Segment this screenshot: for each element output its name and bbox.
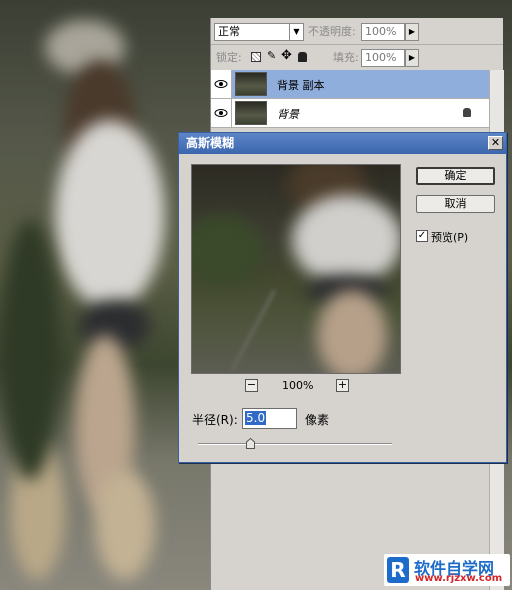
preview-hedge-blur	[192, 215, 262, 285]
ok-button[interactable]: 确定	[416, 167, 495, 185]
cancel-label: 取消	[444, 197, 467, 210]
radius-input[interactable]: 5.0	[242, 408, 297, 429]
zoom-plus-glyph: +	[337, 378, 348, 391]
blend-mode-select[interactable]: 正常	[214, 23, 290, 41]
opacity-label: 不透明度:	[308, 25, 356, 38]
hedge-blur	[0, 220, 60, 480]
layer-name: 背景 副本	[277, 79, 325, 92]
radius-slider-track[interactable]	[198, 443, 392, 445]
preview-stick-blur	[231, 289, 276, 371]
preview-shirt-blur	[292, 195, 400, 285]
zoom-level: 100%	[282, 379, 314, 392]
blend-mode-dropdown-icon[interactable]: ▼	[290, 23, 304, 41]
lock-transparent-icon[interactable]	[251, 52, 261, 62]
fill-value: 100%	[365, 51, 397, 64]
panel-divider	[211, 44, 503, 45]
blend-mode-value: 正常	[218, 25, 240, 38]
fill-field[interactable]: 100%	[361, 49, 405, 67]
lock-label: 锁定:	[216, 51, 242, 64]
visibility-eye-icon[interactable]	[211, 70, 232, 98]
shirt-blur	[55, 120, 165, 310]
lock-all-icon[interactable]	[298, 52, 307, 62]
lock-move-icon[interactable]: ✥	[281, 48, 292, 63]
lock-brush-icon[interactable]: ✎	[267, 49, 276, 62]
dialog-title: 高斯模糊	[186, 136, 235, 150]
preview-checkbox-row[interactable]: ✓ 预览(P)	[416, 229, 496, 245]
fill-slider-arrow-icon[interactable]: ▶	[405, 49, 419, 67]
layer-row-background-copy[interactable]: 背景 副本	[211, 70, 489, 99]
boot-right-blur	[95, 470, 155, 580]
radius-slider-thumb[interactable]	[245, 437, 255, 449]
layer-thumbnail	[235, 72, 267, 96]
cancel-button[interactable]: 取消	[416, 195, 495, 213]
gaussian-blur-dialog: 高斯模糊 ✕ 确定 取消 ✓ 预览(P) − 100% + 半径(R): 5.0…	[178, 132, 507, 463]
visibility-eye-icon[interactable]	[211, 99, 232, 127]
preview-legs-blur	[317, 290, 387, 373]
layer-thumbnail	[235, 101, 267, 125]
watermark-logo: R 软件自学网 www.rjzxw.com	[384, 554, 510, 586]
fill-label: 填充:	[333, 51, 359, 64]
zoom-out-button[interactable]: −	[245, 379, 258, 392]
blur-preview[interactable]	[191, 164, 401, 374]
blend-row: 正常 ▼ 不透明度: 100% ▶	[211, 20, 503, 44]
radius-label: 半径(R):	[192, 413, 238, 427]
dialog-titlebar[interactable]: 高斯模糊 ✕	[179, 133, 506, 154]
radius-unit: 像素	[305, 413, 330, 427]
close-icon[interactable]: ✕	[488, 136, 503, 150]
opacity-value: 100%	[365, 25, 397, 38]
watermark-logo-letter: R	[390, 558, 406, 582]
watermark-url: www.rjzxw.com	[415, 573, 503, 584]
lock-row: 锁定: ✎ ✥ 填充: 100% ▶	[211, 46, 503, 70]
zoom-in-button[interactable]: +	[336, 379, 349, 392]
layer-lock-icon	[463, 108, 471, 117]
layer-row-background[interactable]: 背景	[211, 99, 489, 128]
watermark-r-icon: R	[387, 557, 409, 583]
preview-checkbox[interactable]: ✓	[416, 230, 428, 242]
close-glyph: ✕	[490, 136, 501, 149]
opacity-field[interactable]: 100%	[361, 23, 405, 41]
layer-name: 背景	[277, 108, 299, 121]
preview-label: 预览(P)	[431, 231, 469, 244]
zoom-minus-glyph: −	[246, 378, 257, 391]
ok-label: 确定	[444, 169, 467, 182]
opacity-slider-arrow-icon[interactable]: ▶	[405, 23, 419, 41]
radius-value: 5.0	[245, 411, 267, 425]
